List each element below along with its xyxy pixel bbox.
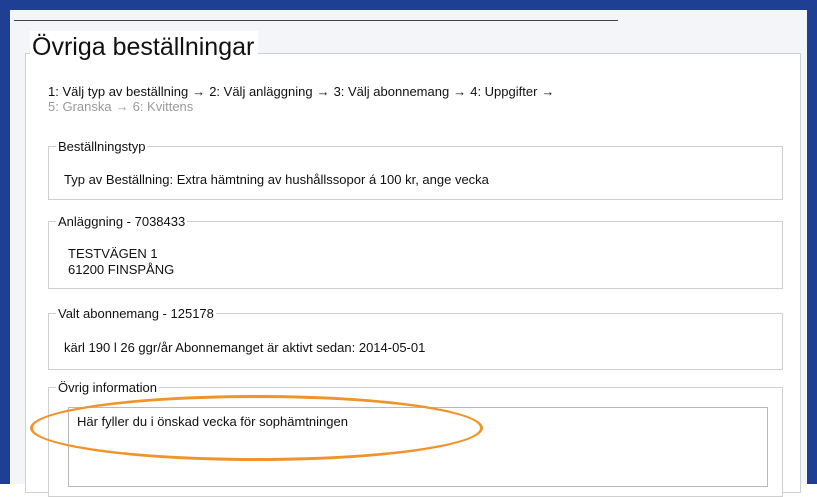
step-row-1: 1: Välj typ av beställning → 2: Välj anläg… (48, 84, 558, 99)
step-1: 1: Välj typ av beställning (48, 84, 189, 99)
step-arrow: → (541, 84, 555, 99)
step-6: 6: Kvittens (132, 99, 194, 114)
page-title: Övriga beställningar (30, 31, 259, 63)
facility-section (48, 221, 783, 289)
step-arrow: → (192, 84, 206, 99)
step-5: 5: Granska (48, 99, 112, 114)
subscription-text: kärl 190 l 26 ggr/år Abonnemanget är akt… (64, 340, 426, 355)
facility-address-line-2: 61200 FINSPÅNG (68, 262, 175, 277)
window-border-left (0, 0, 10, 484)
step-arrow: → (316, 84, 330, 99)
facility-address-line-1: TESTVÄGEN 1 (68, 246, 158, 261)
other-info-legend: Övrig information (56, 380, 159, 395)
order-type-legend: Beställningstyp (56, 139, 148, 154)
facility-legend: Anläggning - 7038433 (56, 214, 188, 229)
order-type-text: Typ av Beställning: Extra hämtning av hu… (64, 172, 489, 187)
step-2: 2: Välj anläggning (209, 84, 313, 99)
subscription-legend: Valt abonnemang - 125178 (56, 306, 216, 321)
other-info-textarea[interactable]: Här fyller du i önskad vecka för sophämt… (68, 407, 768, 487)
step-row-2: 5: Granska → 6: Kvittens (48, 99, 558, 114)
step-3: 3: Välj abonnemang (333, 84, 450, 99)
window-border-right (807, 0, 817, 484)
step-arrow: → (453, 84, 467, 99)
window: Övriga beställningar 1: Välj typ av best… (0, 0, 817, 497)
divider (14, 20, 618, 21)
step-indicator: 1: Välj typ av beställning → 2: Välj anläg… (48, 84, 558, 114)
window-border-top (0, 0, 817, 10)
step-arrow: → (115, 99, 129, 114)
step-4: 4: Uppgifter (470, 84, 538, 99)
